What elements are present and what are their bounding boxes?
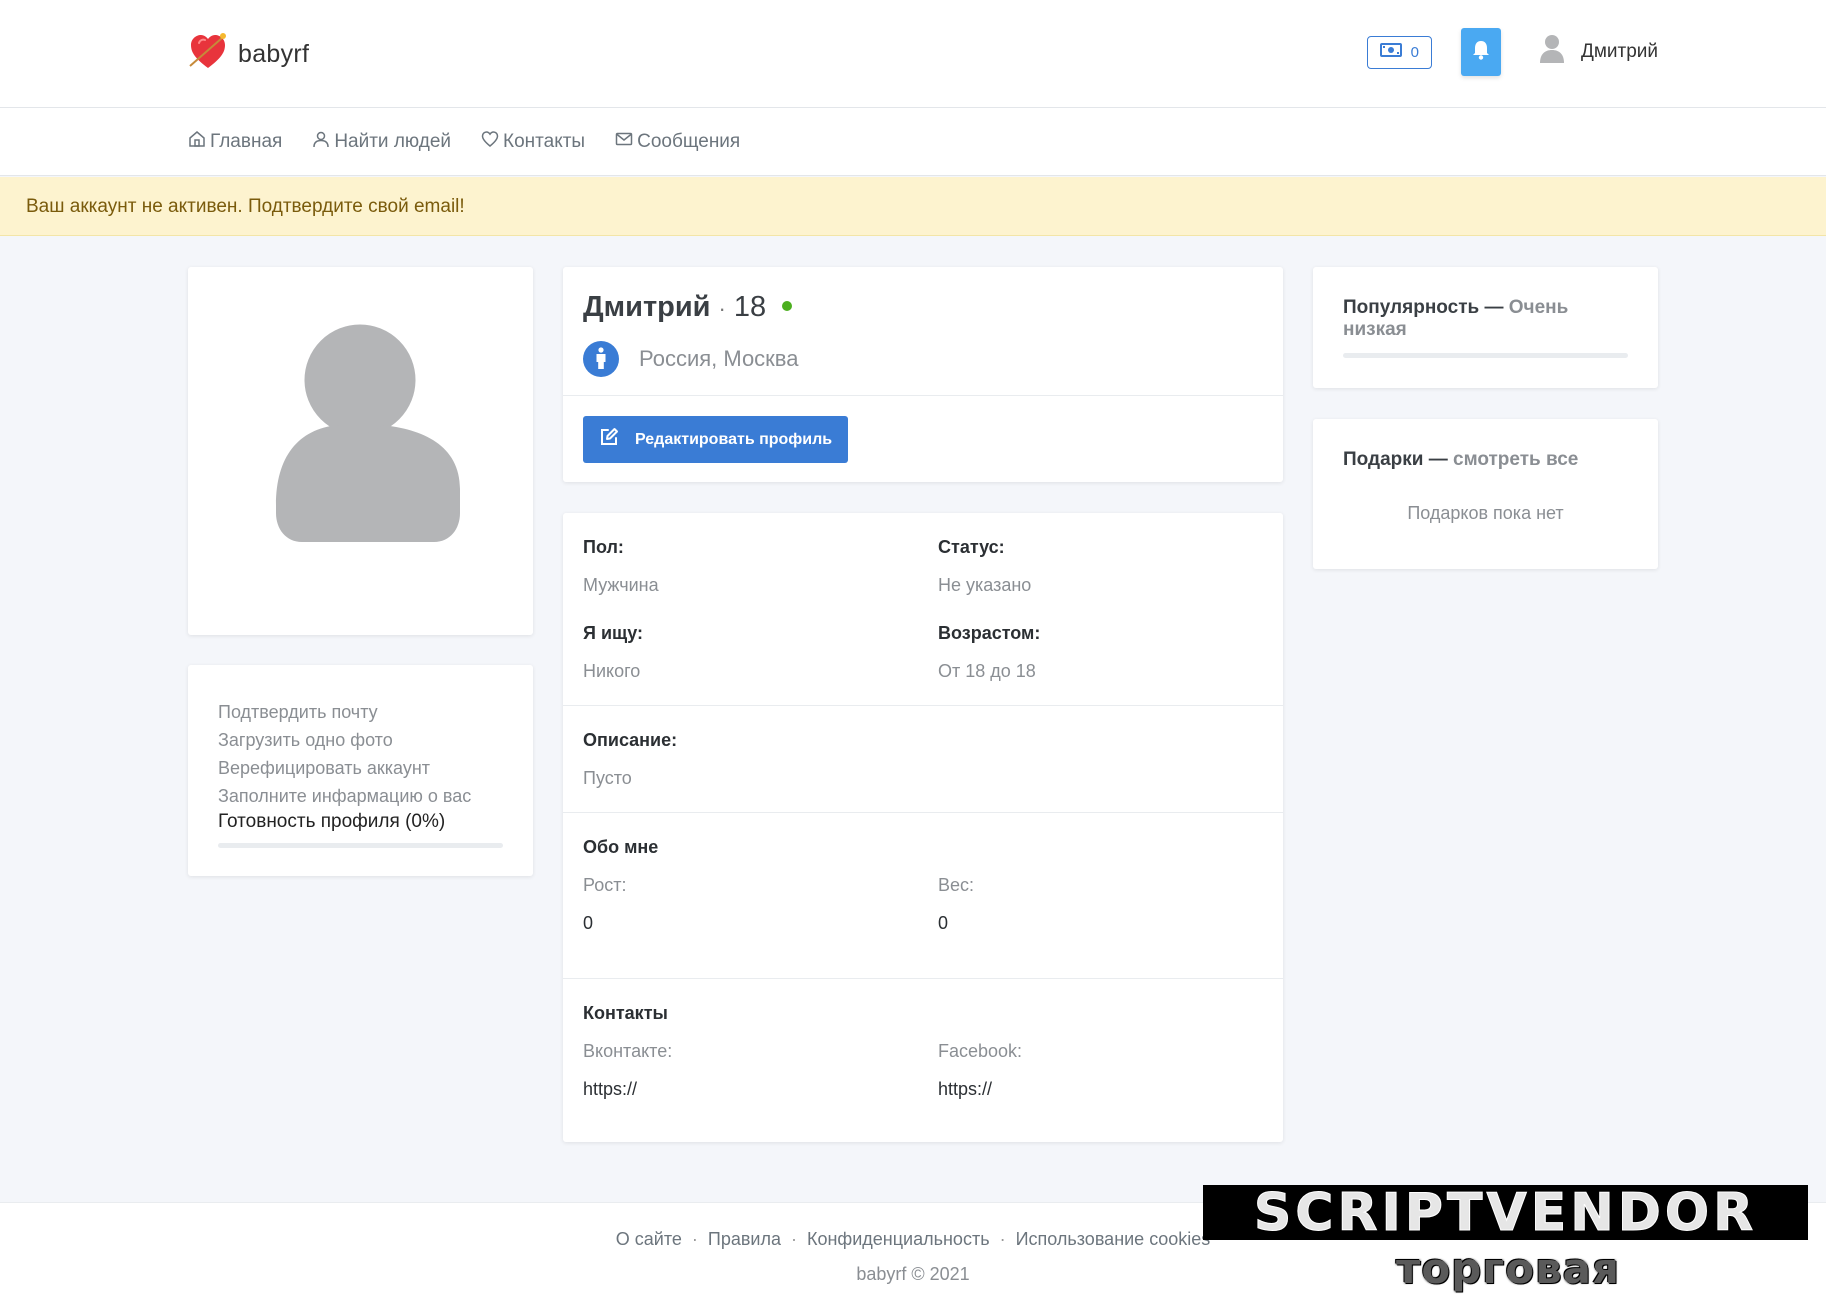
about-title: Обо мне <box>583 837 659 857</box>
online-status-indicator <box>782 301 793 311</box>
height-value: 0 <box>583 913 594 933</box>
balance-count: 0 <box>1410 43 1419 61</box>
nav-label: Главная <box>210 131 283 152</box>
nav-item-contacts[interactable]: Контакты <box>481 130 585 154</box>
nav-item-home[interactable]: Главная <box>188 130 282 154</box>
account-inactive-alert: Ваш аккаунт не активен. Подтвердите свой… <box>0 177 1826 236</box>
envelope-icon <box>615 130 633 154</box>
divider <box>563 978 1283 979</box>
logo[interactable]: babyrf <box>188 32 309 77</box>
nav-label: Контакты <box>503 131 586 152</box>
gifts-view-all-link[interactable]: смотреть все <box>1453 449 1578 470</box>
status-label: Статус: <box>938 537 1005 557</box>
watermark-subtitle: торговая площадка <box>1377 1244 1638 1306</box>
popularity-text: Популярность — Очень низкая <box>1343 297 1628 341</box>
weight-value: 0 <box>938 913 949 933</box>
checklist-item-verify[interactable]: Верефицировать аккаунт <box>218 754 503 782</box>
nav-item-find-people[interactable]: Найти людей <box>312 130 451 154</box>
profile-checklist-card: Подтвердить почту Загрузить одно фото Ве… <box>188 665 533 876</box>
footer-link-about[interactable]: О сайте <box>616 1229 682 1250</box>
profile-age: 18 <box>733 291 767 323</box>
nav-label: Сообщения <box>637 131 741 152</box>
age-range-value: От 18 до 18 <box>938 661 1036 681</box>
person-icon <box>312 130 330 154</box>
vk-link[interactable]: https:// <box>583 1079 637 1100</box>
gender-label: Пол: <box>583 537 624 557</box>
description-value: Пусто <box>583 768 632 788</box>
divider <box>563 812 1283 813</box>
user-name: Дмитрий <box>1580 41 1658 62</box>
home-icon <box>188 130 206 154</box>
edit-profile-button[interactable]: Редактировать профиль <box>583 416 849 463</box>
footer-link-rules[interactable]: Правила <box>708 1229 781 1250</box>
nav-label: Найти людей <box>334 131 452 152</box>
popularity-bar <box>1343 353 1628 358</box>
profile-details-card: Пол: Мужчина Статус: Не указано Я ищу: Н… <box>563 513 1283 1142</box>
footer-separator: · <box>691 1229 698 1249</box>
heart-icon <box>481 130 499 154</box>
watermark-title: SCRIPTVENDOR <box>1203 1182 1808 1243</box>
user-menu[interactable]: Дмитрий <box>1539 34 1658 70</box>
notifications-button[interactable] <box>1460 28 1501 76</box>
watermark: SCRIPTVENDOR торговая площадка <box>1203 1182 1808 1306</box>
gifts-header: Подарки — смотреть все <box>1343 449 1628 471</box>
gifts-label: Подарки — <box>1343 449 1448 470</box>
bell-icon <box>1472 40 1490 65</box>
seeking-label: Я ищу: <box>583 623 643 643</box>
profile-readiness-bar <box>218 843 503 848</box>
nav-item-messages[interactable]: Сообщения <box>615 130 740 154</box>
edit-profile-label: Редактировать профиль <box>635 430 833 448</box>
footer-separator: · <box>999 1229 1006 1249</box>
checklist-item-fill-info[interactable]: Заполните инфармацию о вас <box>218 782 503 810</box>
description-label: Описание: <box>583 730 678 750</box>
checklist-item-upload-photo[interactable]: Загрузить одно фото <box>218 726 503 754</box>
status-value: Не указано <box>938 575 1032 595</box>
facebook-link[interactable]: https:// <box>938 1079 992 1100</box>
weight-label: Вес: <box>938 875 975 895</box>
profile-header-card: Дмитрий · 18 Россия, Москва Редактироват… <box>563 267 1283 482</box>
main-nav: Главная Найти людей Контакты Сообщения <box>0 108 1826 176</box>
gifts-empty-text: Подарков пока нет <box>1407 503 1564 523</box>
logo-text: babyrf <box>238 40 310 68</box>
contacts-title: Контакты <box>583 1003 668 1023</box>
profile-name: Дмитрий <box>583 291 711 323</box>
male-gender-icon <box>583 341 619 377</box>
footer-link-cookies[interactable]: Использование cookies <box>1016 1229 1211 1250</box>
profile-location: Россия, Москва <box>639 346 799 371</box>
height-label: Рост: <box>583 875 627 895</box>
checklist-item-confirm-email[interactable]: Подтвердить почту <box>218 698 503 726</box>
popularity-card: Популярность — Очень низкая <box>1313 267 1658 388</box>
balance-button[interactable]: 0 <box>1366 35 1432 69</box>
edit-icon <box>599 427 619 452</box>
seeking-value: Никого <box>583 661 641 681</box>
footer-link-privacy[interactable]: Конфиденциальность <box>807 1229 990 1250</box>
avatar-card <box>188 267 533 635</box>
vk-label: Вконтакте: <box>583 1041 673 1061</box>
facebook-label: Facebook: <box>938 1041 1023 1061</box>
gender-value: Мужчина <box>583 575 659 595</box>
heart-logo-icon <box>188 32 228 77</box>
user-avatar-icon <box>1539 34 1565 70</box>
profile-readiness-label: Готовность профиля (0%) <box>218 811 446 832</box>
money-icon <box>1379 43 1402 61</box>
site-header: babyrf 0 Дмитрий <box>0 0 1826 108</box>
divider <box>563 705 1283 706</box>
footer-separator: · <box>790 1229 797 1249</box>
separator-dot: · <box>718 296 726 321</box>
gifts-card: Подарки — смотреть все Подарков пока нет <box>1313 419 1658 569</box>
age-range-label: Возрастом: <box>938 623 1041 643</box>
divider <box>563 395 1283 396</box>
popularity-label: Популярность — <box>1343 297 1504 318</box>
